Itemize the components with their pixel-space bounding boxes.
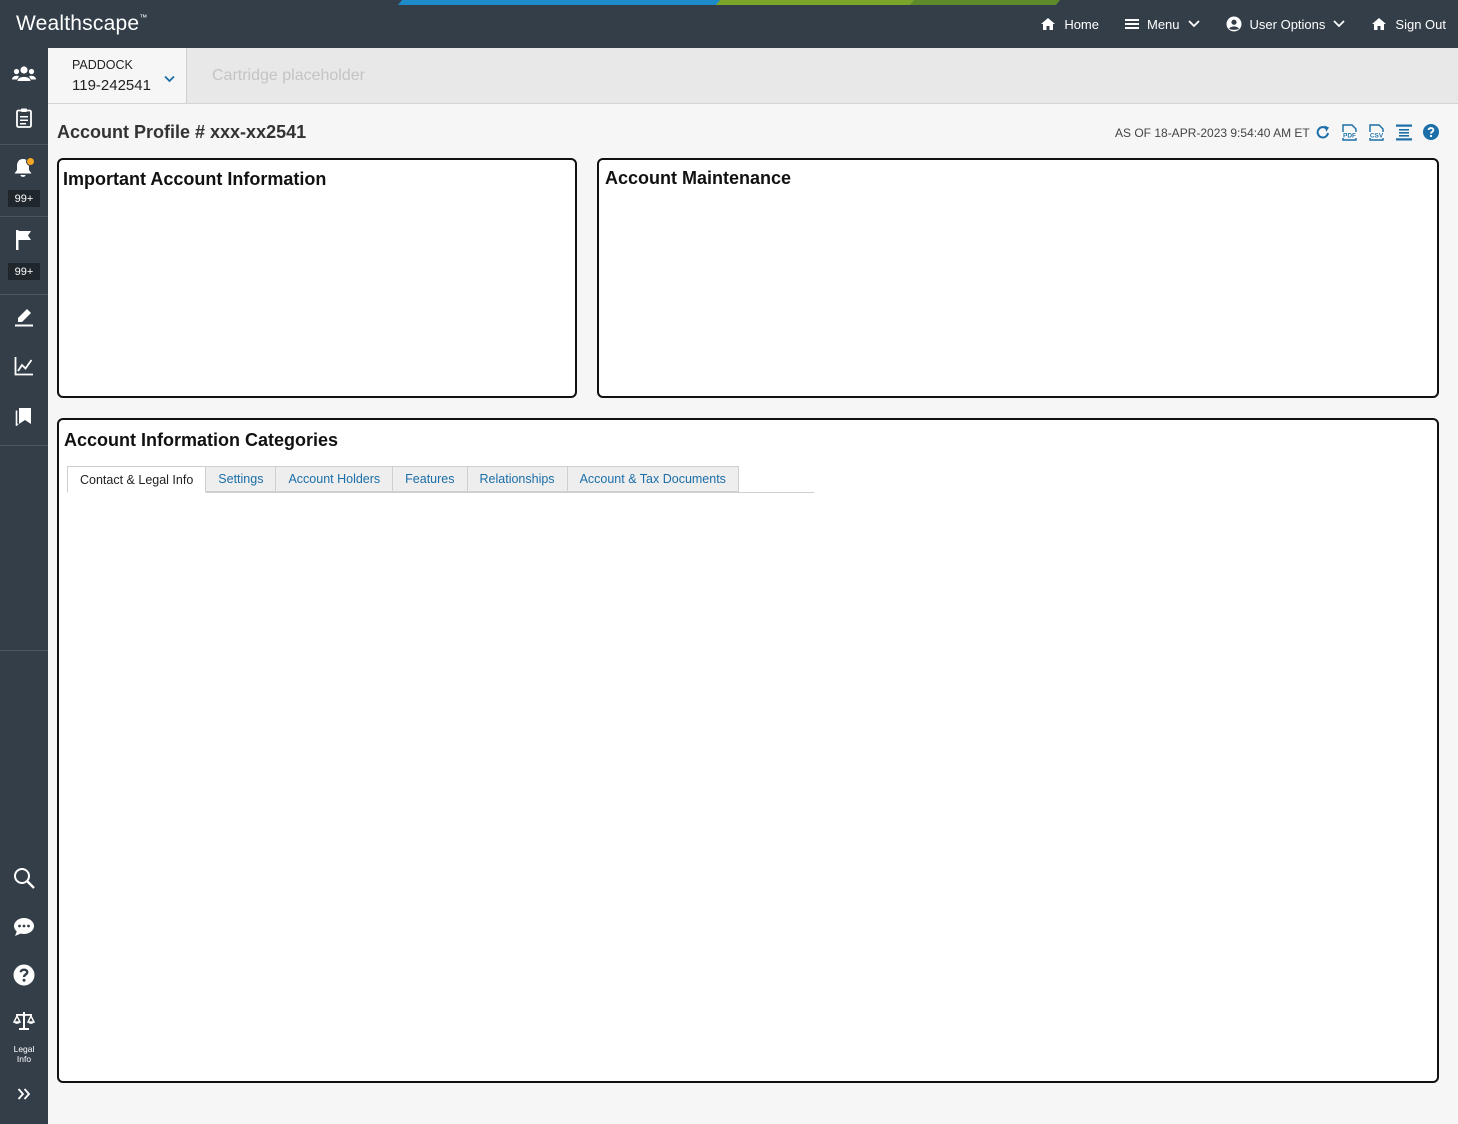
rail-expand-button[interactable] (0, 1082, 48, 1110)
pen-signature-icon (14, 308, 34, 333)
chevron-down-icon (1333, 20, 1346, 28)
logo-trademark: ™ (139, 13, 148, 22)
rail-clients-button[interactable] (0, 56, 48, 96)
nav-menu-label: Menu (1147, 16, 1180, 32)
tab-account-tax-documents[interactable]: Account & Tax Documents (567, 466, 739, 492)
csv-export-icon[interactable]: CSV (1368, 124, 1385, 146)
bookmarks-icon (14, 406, 34, 431)
cartridge-placeholder: Cartridge placeholder (212, 67, 365, 84)
important-account-info-title: Important Account Information (63, 169, 327, 189)
app-logo[interactable]: Wealthscape™ (16, 12, 147, 36)
top-bar: Wealthscape™ Home Menu User Options Sign… (0, 0, 1458, 48)
rail-clipboard-button[interactable] (0, 100, 48, 140)
as-of-timestamp: AS OF 18-APR-2023 9:54:40 AM ET (1115, 126, 1310, 140)
tab-relationships[interactable]: Relationships (467, 466, 568, 492)
rail-notifications-button[interactable] (0, 152, 48, 188)
tab-contact-legal-info[interactable]: Contact & Legal Info (67, 466, 207, 493)
clipboard-icon (15, 108, 33, 133)
left-rail: 99+ 99+ Legal Info (0, 48, 48, 1124)
nav-sign-out[interactable]: Sign Out (1371, 17, 1446, 32)
rail-help-button[interactable] (0, 957, 48, 997)
flags-count-badge: 99+ (8, 263, 40, 280)
rail-divider (0, 650, 48, 651)
chevron-down-icon (1187, 20, 1200, 28)
tab-features[interactable]: Features (393, 466, 468, 492)
rail-chat-button[interactable] (0, 909, 48, 949)
svg-text:CSV: CSV (1370, 133, 1384, 140)
account-maintenance-panel: Account Maintenance (597, 158, 1439, 398)
rail-flags-button[interactable] (0, 224, 48, 260)
rail-divider (0, 294, 48, 295)
nav-sign-out-label: Sign Out (1395, 16, 1446, 32)
brand-stripe-green (715, 0, 917, 5)
bell-icon (12, 156, 36, 184)
account-maintenance-title: Account Maintenance (605, 168, 792, 188)
category-tabs: Contact & Legal Info Settings Account Ho… (67, 466, 739, 493)
pdf-export-icon[interactable]: PDF (1341, 124, 1358, 146)
flag-icon (14, 229, 34, 256)
tab-settings[interactable]: Settings (206, 466, 277, 492)
line-chart-icon (14, 356, 34, 381)
logo-text: Wealthscape (16, 12, 140, 35)
nav-home[interactable]: Home (1040, 17, 1099, 32)
brand-stripe-blue (397, 0, 723, 5)
rail-performance-button[interactable] (0, 348, 48, 388)
notifications-count-badge: 99+ (8, 190, 40, 207)
home-icon (1371, 17, 1387, 31)
double-chevron-right-icon (17, 1087, 31, 1105)
account-number: 119-242541 (72, 77, 151, 94)
important-account-info-panel: Important Account Information (57, 158, 577, 398)
legal-info-label-line1: Legal (13, 1044, 35, 1054)
home-icon (1040, 17, 1056, 31)
account-info-categories-panel: Account Information Categories Contact &… (57, 418, 1439, 1083)
users-icon (12, 65, 36, 88)
chat-icon (13, 917, 35, 942)
nav-menu[interactable]: Menu (1125, 17, 1200, 32)
refresh-icon[interactable] (1316, 124, 1331, 145)
page-title: Account Profile # xxx-xx2541 (57, 122, 307, 142)
hamburger-icon (1125, 18, 1139, 30)
svg-text:PDF: PDF (1343, 133, 1356, 140)
scales-icon (12, 1011, 36, 1036)
legal-info-label-line2: Info (16, 1054, 32, 1064)
account-info-categories-title: Account Information Categories (64, 430, 339, 450)
nav-user-options-label: User Options (1249, 16, 1326, 32)
account-bar: PADDOCK 119-242541 Cartridge placeholder (48, 48, 1458, 104)
rail-bookmarks-button[interactable] (0, 398, 48, 438)
rail-divider (0, 144, 48, 145)
account-selector[interactable]: PADDOCK 119-242541 (48, 48, 187, 103)
help-icon[interactable] (1423, 124, 1439, 145)
chevron-down-icon[interactable] (164, 70, 175, 88)
nav-user-options[interactable]: User Options (1226, 16, 1346, 32)
rail-trade-button[interactable] (0, 300, 48, 340)
user-circle-icon (1226, 16, 1242, 32)
tab-account-holders[interactable]: Account Holders (276, 466, 394, 492)
search-icon (13, 867, 35, 894)
rail-divider (0, 445, 48, 446)
brand-stripe-dark-green (909, 0, 1061, 5)
top-nav: Home Menu User Options Sign Out (1040, 0, 1446, 48)
help-icon (13, 964, 35, 991)
rail-divider (0, 216, 48, 217)
rail-search-button[interactable] (0, 860, 48, 900)
account-name: PADDOCK (72, 58, 133, 72)
print-layout-icon[interactable] (1396, 124, 1412, 146)
nav-home-label: Home (1064, 16, 1099, 32)
rail-legal-button[interactable] (0, 1010, 48, 1036)
